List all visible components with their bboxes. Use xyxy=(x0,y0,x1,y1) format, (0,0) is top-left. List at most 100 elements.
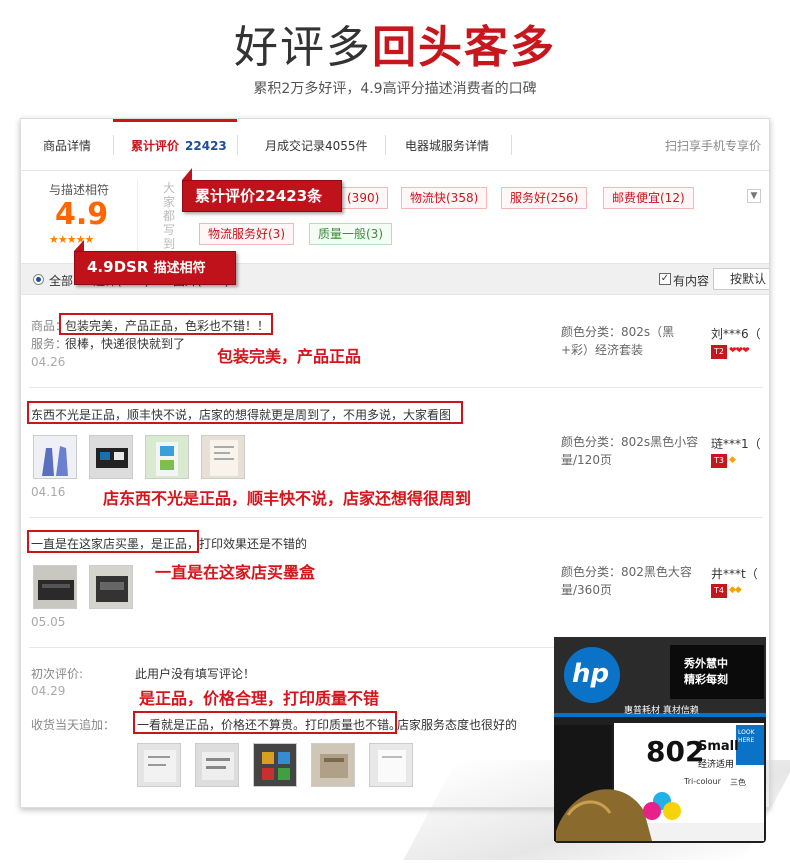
product-tri-cn: 三色 xyxy=(730,778,746,787)
photo-printout xyxy=(196,744,238,786)
impression-tag[interactable]: 质量一般(3) xyxy=(309,223,392,245)
append-review-rest: 店家服务态度也很好的 xyxy=(397,718,518,732)
photo-printer xyxy=(34,566,76,608)
review-date: 04.26 xyxy=(31,355,66,369)
reviewer-level-badge: T4 xyxy=(711,584,727,598)
tab-divider xyxy=(237,135,238,155)
dsr-callout: 4.9DSR 描述相符 xyxy=(74,251,236,285)
hero-subtitle: 累积2万多好评，4.9高评分描述消费者的口碑 xyxy=(253,81,537,97)
review-service-label: 服务： xyxy=(31,337,68,351)
highlight-box xyxy=(59,313,273,335)
has-content-checkbox[interactable]: ✓ xyxy=(659,273,671,285)
review-photo-thumb[interactable] xyxy=(311,743,355,787)
review-photo-thumb[interactable] xyxy=(253,743,297,787)
tab-bar: 商品详情 累计评价 22423 月成交记录4055件 电器城服务详情 扫扫享手机专… xyxy=(21,119,769,171)
review-text-rest: 打印效果还是不错的 xyxy=(199,537,308,551)
photo-page xyxy=(370,744,412,786)
total-reviews-callout: 累计评价22423条 xyxy=(182,180,342,212)
tab-reviews-count: 22423 xyxy=(185,139,227,153)
hero-title-highlight: 回头客多 xyxy=(372,22,556,73)
impression-tag[interactable]: 服务好(256) xyxy=(501,187,588,209)
product-model-sub: 经济适用 xyxy=(698,760,735,770)
product-model-size: Small xyxy=(698,739,739,754)
review-annotation: 一直是在这家店买墨盒 xyxy=(155,563,316,582)
photo-cartridge xyxy=(90,436,132,478)
initial-review-label: 初次评价: xyxy=(31,667,84,681)
active-tab-indicator xyxy=(113,119,237,122)
review-date: 04.16 xyxy=(31,485,66,499)
tab-service-detail[interactable]: 电器城服务详情 xyxy=(405,137,489,154)
impression-hint: 大家都写到 xyxy=(163,181,176,251)
hero-header: 好评多回头客多 累积2万多好评，4.9高评分描述消费者的口碑 xyxy=(0,0,790,118)
photo-printer-open xyxy=(90,566,132,608)
reviewer-level-badge: T3 xyxy=(711,454,727,468)
reviewer-name[interactable]: 井***t（ xyxy=(711,565,758,582)
highlight-box xyxy=(27,401,463,424)
review-annotation: 是正品，价格合理，打印质量不错 xyxy=(139,689,380,708)
photo-gloves xyxy=(34,436,76,478)
impression-tag[interactable]: 物流快(358) xyxy=(401,187,488,209)
heart-icon: ❤❤❤ xyxy=(729,346,750,356)
photo-receipt xyxy=(138,744,180,786)
radio-all[interactable] xyxy=(33,274,44,285)
filter-all-label: 全部 xyxy=(49,274,74,288)
hp-802-cartridge-image: hp 秀外慧中 精彩每刻 惠普耗材 真材信赖 802 Small 经济适用 Tr… xyxy=(552,635,768,845)
scan-mobile-price[interactable]: 扫扫享手机专享价 xyxy=(665,137,761,154)
tab-product-detail[interactable]: 商品详情 xyxy=(43,137,91,154)
rating-summary: 与描述相符 4.9 ★★★★★ 大家都写到 (390) 物流快(358) 服务好… xyxy=(21,171,769,261)
review-spec: 颜色分类：802s黑色小容量/120页 xyxy=(561,435,699,467)
tab-reviews[interactable]: 累计评价 22423 xyxy=(131,137,227,154)
review-photo-thumb[interactable] xyxy=(33,435,77,479)
rating-stars-icon: ★★★★★ xyxy=(49,233,94,246)
photo-document xyxy=(202,436,244,478)
review-photo-thumb[interactable] xyxy=(89,435,133,479)
review-photo-thumb[interactable] xyxy=(145,435,189,479)
impression-tag[interactable]: 物流服务好(3) xyxy=(199,223,294,245)
tab-divider xyxy=(385,135,386,155)
hero-title-plain: 好评多 xyxy=(234,22,372,73)
review-annotation: 店东西不光是正品，顺丰快不说，店家还想得很周到 xyxy=(103,489,472,508)
impression-tag[interactable]: 邮费便宜(12) xyxy=(603,187,694,209)
photo-package xyxy=(146,436,188,478)
review-date: 04.29 xyxy=(31,684,66,698)
callout-pointer xyxy=(74,240,84,251)
diamond-icon: ◆◆ xyxy=(729,585,742,595)
review-photo-thumb[interactable] xyxy=(195,743,239,787)
hp-logo: hp xyxy=(572,659,610,689)
review-photo-thumb[interactable] xyxy=(89,565,133,609)
rate-score: 4.9 xyxy=(55,197,109,232)
sort-dropdown[interactable]: 按默认 xyxy=(713,268,769,290)
review-spec: 颜色分类：802s（黑+彩）经济套装 xyxy=(561,325,675,357)
photo-box xyxy=(312,744,354,786)
rate-label: 与描述相符 xyxy=(49,183,110,197)
photo-color-print xyxy=(254,744,296,786)
review-photo-thumb[interactable] xyxy=(201,435,245,479)
has-content-label: 有内容 xyxy=(673,274,710,288)
summary-divider xyxy=(137,179,138,251)
review-service-text: 很棒，快递很快就到了 xyxy=(65,337,186,351)
product-side-label: LOOK HERE xyxy=(738,729,755,744)
dsr-callout-main: 4.9DSR xyxy=(87,258,149,276)
review-photo-thumb[interactable] xyxy=(137,743,181,787)
reviewer-level-badge: T2 xyxy=(711,345,727,359)
highlight-box xyxy=(27,530,199,553)
review-photo-thumb[interactable] xyxy=(33,565,77,609)
review-spec: 颜色分类：802黑色大容量/360页 xyxy=(561,565,692,597)
product-model: 802 xyxy=(646,735,705,768)
review-date: 05.05 xyxy=(31,615,66,629)
impression-tag-partial[interactable]: (390) xyxy=(339,187,389,209)
diamond-icon: ◆ xyxy=(729,455,736,465)
reviewer-name[interactable]: 刘***6（ xyxy=(711,325,761,342)
hero-title: 好评多回头客多 xyxy=(0,22,790,74)
row-divider xyxy=(29,517,763,518)
reviewer-name[interactable]: 琏***1（ xyxy=(711,435,761,452)
tab-reviews-label: 累计评价 xyxy=(131,139,180,153)
review-photo-thumb[interactable] xyxy=(369,743,413,787)
product-tri-colour: Tri-colour xyxy=(684,777,721,786)
append-review-label: 收货当天追加： xyxy=(31,718,116,732)
tab-divider xyxy=(113,135,114,155)
product-badge-line2: 精彩每刻 xyxy=(684,673,728,686)
tab-monthly-sales[interactable]: 月成交记录4055件 xyxy=(265,137,368,154)
chevron-down-icon[interactable]: ▼ xyxy=(747,189,761,203)
dsr-callout-sub: 描述相符 xyxy=(153,261,206,276)
